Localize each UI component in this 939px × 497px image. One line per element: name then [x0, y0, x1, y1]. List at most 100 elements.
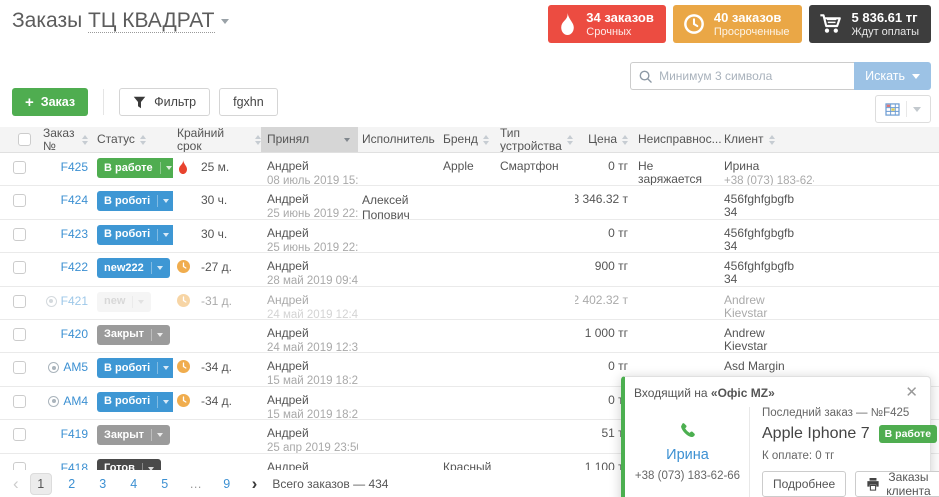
chevron-down-icon: [157, 266, 163, 270]
popup-title-prefix: Входящий на: [634, 386, 708, 400]
urgent-orders-badge[interactable]: 34 заказов Срочных: [548, 5, 666, 43]
order-row[interactable]: F425В работе25 м.Андрей08 июль 2019 15:2…: [0, 153, 939, 186]
client-orders-button[interactable]: Заказы клиента: [855, 471, 939, 497]
custom-filter-button[interactable]: fgxhn: [219, 88, 278, 116]
row-checkbox[interactable]: [13, 462, 26, 470]
status-badge[interactable]: new: [97, 292, 151, 312]
badge-divider: [151, 262, 152, 274]
order-link[interactable]: AM4: [63, 395, 88, 408]
search-input[interactable]: [659, 69, 846, 83]
column-header-device[interactable]: Тип устройства: [495, 127, 575, 152]
deadline-cell: [173, 320, 261, 352]
status-badge[interactable]: В роботі: [97, 191, 173, 211]
column-label: Статус: [97, 133, 135, 146]
order-link[interactable]: F423: [61, 228, 88, 241]
table-settings-button[interactable]: [875, 95, 931, 123]
order-row[interactable]: F423В роботі30 ч.Андрей25 июнь 2019 22:3…: [0, 220, 939, 253]
status-badge[interactable]: В работе: [879, 425, 937, 443]
status-badge-label: В роботі: [104, 195, 150, 208]
row-checkbox[interactable]: [13, 395, 26, 408]
awaiting-payment-badge[interactable]: 5 836.61 тг Ждут оплаты: [809, 5, 931, 43]
row-checkbox-cell: [0, 153, 38, 185]
status-badge[interactable]: В роботі: [97, 358, 173, 378]
new-order-button[interactable]: + Заказ: [12, 88, 88, 116]
column-header-status[interactable]: Статус: [95, 127, 173, 152]
row-checkbox[interactable]: [13, 328, 26, 341]
last-order-panel: Последний заказ — №F425 Apple Iphone 7 В…: [750, 407, 939, 497]
status-badge[interactable]: Готов: [97, 459, 161, 470]
page-button[interactable]: 1: [30, 473, 52, 495]
row-checkbox[interactable]: [13, 194, 26, 207]
accepted-by-cell: Андрей25 апр 2019 23:50: [261, 420, 358, 452]
column-header-id[interactable]: Заказ №: [38, 127, 95, 152]
row-checkbox[interactable]: [13, 295, 26, 308]
overdue-orders-badge[interactable]: 40 заказов Просроченные: [673, 5, 802, 43]
page-list: 12345…9: [30, 473, 247, 495]
caller-phone: +38 (073) 183-62-66: [635, 470, 740, 482]
executor-cell: [358, 387, 440, 419]
column-label: Заказ №: [43, 127, 78, 152]
row-checkbox[interactable]: [13, 161, 26, 174]
order-link[interactable]: F418: [61, 462, 88, 470]
deadline-cell: -34 д.: [173, 387, 261, 419]
status-badge[interactable]: В роботі: [97, 392, 173, 412]
client-cell: 456fghfgbgfb 34+38 (564) 565-66-66: [724, 253, 814, 285]
status-badge[interactable]: В роботі: [97, 225, 173, 245]
row-checkbox[interactable]: [13, 228, 26, 241]
column-header-price[interactable]: Цена: [575, 127, 632, 152]
order-row[interactable]: F424В роботі30 ч.Андрей25 июнь 2019 22:3…: [0, 186, 939, 219]
status-cell: Готов: [95, 454, 173, 470]
status-badge[interactable]: new222: [97, 258, 170, 278]
order-row[interactable]: F421new-31 д.Андрей24 май 2019 12:4012 4…: [0, 287, 939, 320]
order-link[interactable]: F422: [61, 261, 88, 274]
row-checkbox[interactable]: [13, 261, 26, 274]
order-row[interactable]: F420ЗакрытАндрей24 май 2019 12:351 000 т…: [0, 320, 939, 353]
row-checkbox-cell: [0, 454, 38, 470]
caller-name-link[interactable]: Ирина: [666, 447, 709, 463]
search-button[interactable]: Искать: [854, 62, 931, 90]
order-link[interactable]: F420: [61, 328, 88, 341]
order-link[interactable]: F421: [61, 295, 88, 308]
status-badge[interactable]: Закрыт: [97, 325, 170, 345]
column-header-dead[interactable]: Крайний срок: [173, 127, 261, 152]
client-name: 456fghfgbgfb 34: [724, 193, 810, 218]
malfunction-cell: [632, 186, 724, 218]
row-checkbox[interactable]: [13, 361, 26, 374]
select-all-header-cell[interactable]: [0, 127, 38, 152]
order-id-cell: F425: [38, 153, 95, 185]
order-link[interactable]: F424: [61, 194, 88, 207]
column-header-mal[interactable]: Неисправнос...: [632, 127, 724, 152]
prev-page-icon[interactable]: ‹: [8, 474, 24, 494]
column-header-brand[interactable]: Бренд: [440, 127, 495, 152]
payment-label: К оплате: 0 тг: [762, 450, 939, 462]
brand-cell: Apple: [440, 153, 495, 185]
column-header-exe[interactable]: Исполнитель: [358, 127, 440, 152]
page-button[interactable]: 4: [123, 473, 145, 495]
page-button[interactable]: 9: [216, 473, 238, 495]
page-button[interactable]: 3: [92, 473, 114, 495]
next-page-icon[interactable]: ›: [247, 474, 263, 494]
page-title-text: Заказы: [12, 9, 82, 32]
last-order-label: Последний заказ — №F425: [762, 407, 939, 419]
filter-button[interactable]: Фильтр: [119, 88, 210, 116]
page-button[interactable]: 2: [61, 473, 83, 495]
status-badge[interactable]: В работе: [97, 158, 173, 178]
status-badge-label: Готов: [104, 462, 135, 470]
column-header-acc[interactable]: Принял: [261, 127, 358, 152]
order-link[interactable]: AM5: [63, 361, 88, 374]
deadline-text: -31 д.: [201, 295, 232, 308]
order-link[interactable]: F419: [61, 428, 88, 441]
order-row[interactable]: F422new222-27 д.Андрей28 май 2019 09:479…: [0, 253, 939, 286]
select-all-checkbox[interactable]: [18, 133, 31, 146]
order-link[interactable]: F425: [61, 161, 88, 174]
status-badge[interactable]: Закрыт: [97, 425, 170, 445]
page-button[interactable]: 5: [154, 473, 176, 495]
details-button[interactable]: Подробнее: [762, 471, 846, 497]
filter-label: Фильтр: [154, 95, 196, 109]
location-selector[interactable]: ТЦ КВАДРАТ: [88, 9, 214, 33]
client-name: Asd Margin: [724, 360, 810, 373]
caller-panel: Ирина +38 (073) 183-62-66: [634, 407, 750, 497]
column-header-client[interactable]: Клиент: [724, 127, 814, 152]
close-icon[interactable]: ✕: [903, 386, 920, 399]
row-checkbox[interactable]: [13, 428, 26, 441]
